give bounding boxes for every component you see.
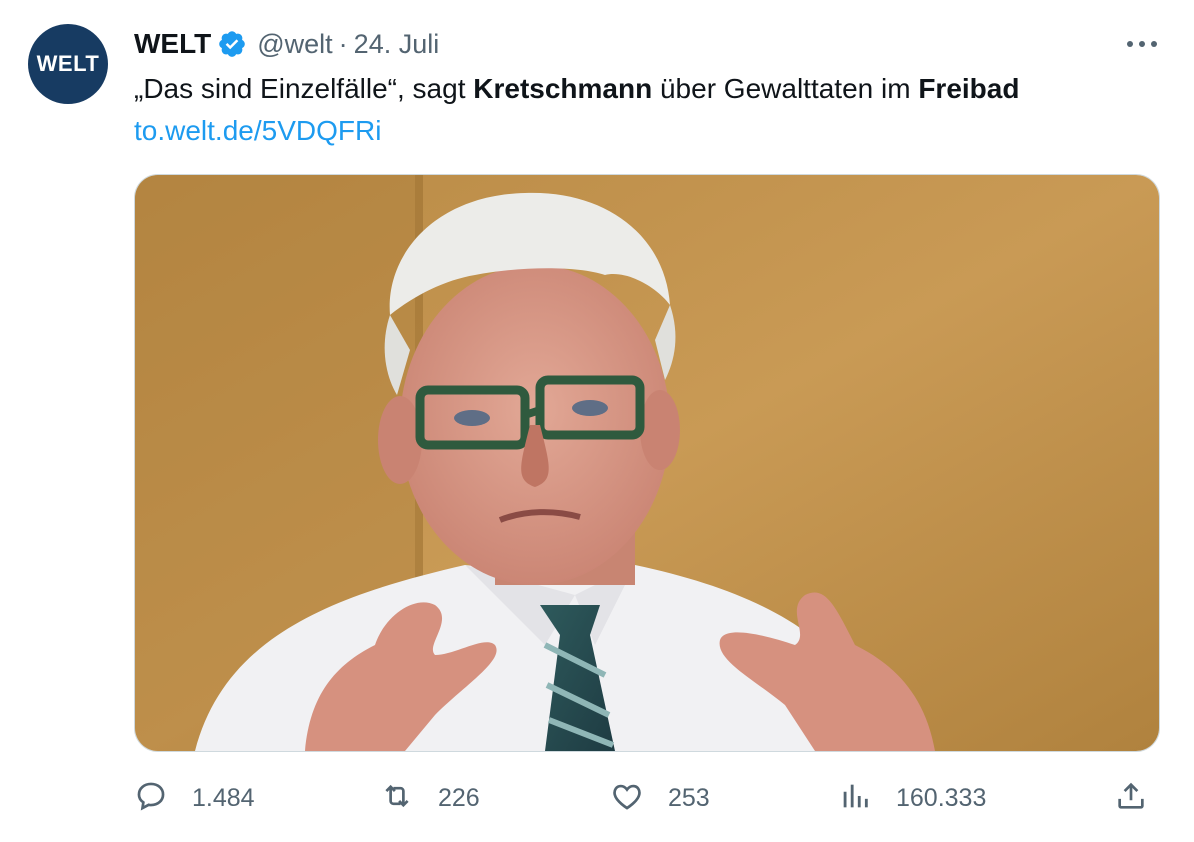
retweet-button[interactable]: 226 [380, 776, 480, 820]
tweet-text-bold2: Freibad [918, 73, 1020, 104]
retweet-icon [380, 779, 414, 818]
like-count: 253 [668, 783, 710, 812]
action-bar: 1.484 226 253 160.333 [134, 776, 1160, 820]
share-icon [1114, 779, 1148, 818]
more-icon[interactable] [1120, 28, 1164, 60]
author-name[interactable]: WELT [134, 28, 211, 60]
tweet[interactable]: WELT WELT @welt · 24. Juli „Das sind Ein… [0, 0, 1194, 842]
tweet-text: „Das sind Einzelfälle“, sagt Kretschmann… [134, 70, 1019, 108]
reply-count: 1.484 [192, 783, 255, 812]
tweet-date[interactable]: 24. Juli [354, 29, 440, 60]
views-button[interactable]: 160.333 [838, 776, 986, 820]
tweet-text-part2: über Gewalttaten im [652, 73, 919, 104]
verified-badge-icon [217, 29, 247, 59]
tweet-link[interactable]: to.welt.de/5VDQFRi [134, 112, 381, 150]
reply-icon [134, 779, 168, 818]
photo-illustration [135, 175, 1159, 751]
retweet-count: 226 [438, 783, 480, 812]
tweet-media-photo[interactable] [134, 174, 1160, 752]
avatar-logo-text: WELT [36, 51, 100, 76]
share-button[interactable] [1114, 776, 1148, 820]
views-icon [838, 779, 872, 818]
tweet-text-part1: „Das sind Einzelfälle“, sagt [134, 73, 474, 104]
like-button[interactable]: 253 [610, 776, 710, 820]
tweet-header: WELT @welt · 24. Juli [134, 26, 439, 62]
views-count: 160.333 [896, 783, 987, 812]
separator-dot: · [338, 28, 348, 59]
reply-button[interactable]: 1.484 [134, 776, 255, 820]
avatar[interactable]: WELT [28, 24, 108, 104]
author-handle[interactable]: @welt [257, 29, 332, 60]
heart-icon [610, 779, 644, 818]
tweet-text-bold1: Kretschmann [473, 73, 653, 104]
